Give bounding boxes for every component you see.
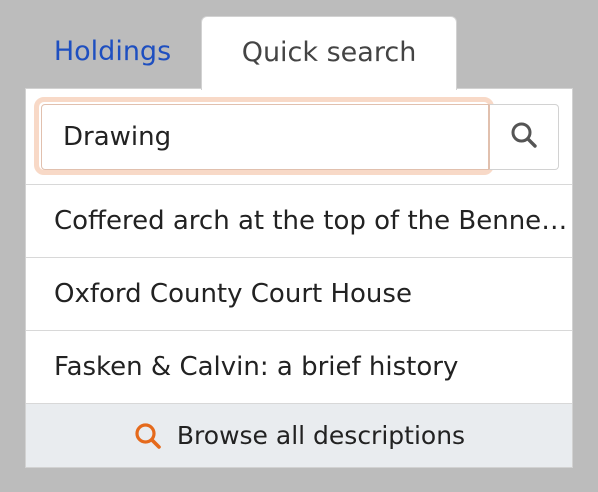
search-button[interactable] bbox=[489, 104, 559, 170]
search-row bbox=[26, 89, 572, 185]
search-input[interactable] bbox=[41, 104, 489, 170]
search-icon bbox=[509, 120, 539, 154]
quick-search-panel: Coffered arch at the top of the Bennett … bbox=[25, 88, 573, 468]
tab-holdings[interactable]: Holdings bbox=[25, 16, 200, 88]
browse-all-label: Browse all descriptions bbox=[176, 421, 466, 450]
tab-quick-search[interactable]: Quick search bbox=[201, 16, 457, 90]
search-result-item[interactable]: Coffered arch at the top of the Bennett … bbox=[26, 185, 572, 258]
search-result-item[interactable]: Fasken & Calvin: a brief history bbox=[26, 331, 572, 404]
tab-bar: Holdings Quick search bbox=[25, 16, 573, 90]
browse-all-descriptions-link[interactable]: Browse all descriptions bbox=[26, 404, 572, 467]
search-result-item[interactable]: Oxford County Court House bbox=[26, 258, 572, 331]
search-icon bbox=[133, 421, 163, 451]
